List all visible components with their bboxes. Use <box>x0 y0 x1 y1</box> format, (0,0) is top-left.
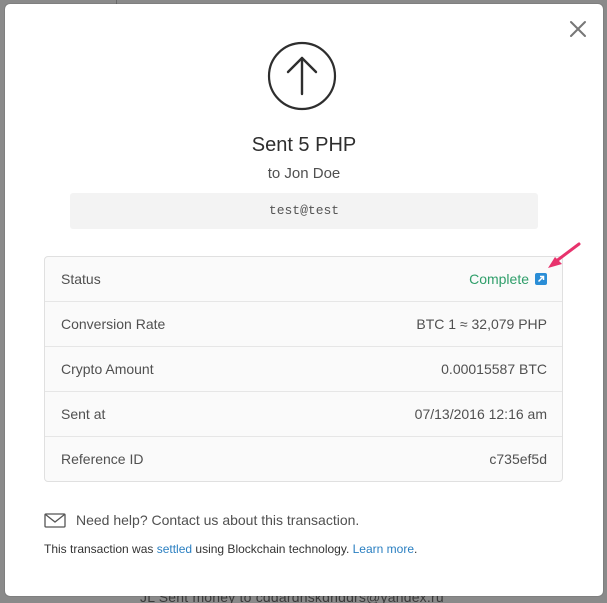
status-value: Complete <box>469 271 547 287</box>
help-text[interactable]: Need help? Contact us about this transac… <box>76 512 359 528</box>
annotation-arrow-icon <box>548 242 581 268</box>
footer-middle: using Blockchain technology. <box>192 542 353 556</box>
detail-label: Crypto Amount <box>61 361 154 377</box>
transaction-modal: Sent 5 PHP to Jon Doe test@test Status C… <box>5 4 603 596</box>
detail-value: BTC 1 ≈ 32,079 PHP <box>416 316 547 332</box>
learn-more-link[interactable]: Learn more <box>353 542 414 556</box>
external-link-icon[interactable] <box>535 273 547 285</box>
close-button[interactable] <box>567 18 589 40</box>
detail-label: Reference ID <box>61 451 144 467</box>
recipient-name: to Jon Doe <box>267 165 341 182</box>
footer-prefix: This transaction was <box>44 542 157 556</box>
detail-label: Sent at <box>61 406 106 422</box>
detail-value: 07/13/2016 12:16 am <box>414 406 547 422</box>
detail-row-crypto-amount: Crypto Amount 0.00015587 BTC <box>45 347 562 392</box>
help-contact-link[interactable]: Need help? Contact us about this transac… <box>44 512 359 528</box>
transaction-title: Sent 5 PHP <box>251 134 357 156</box>
close-icon[interactable] <box>567 18 589 40</box>
transaction-details-table: Status Complete Conversion Rate BTC 1 ≈ … <box>44 256 563 482</box>
detail-row-conversion-rate: Conversion Rate BTC 1 ≈ 32,079 PHP <box>45 302 562 347</box>
detail-row-status: Status Complete <box>45 257 562 302</box>
transaction-memo: test@test <box>70 193 538 229</box>
detail-label: Status <box>61 271 101 287</box>
detail-row-reference-id: Reference ID c735ef5d <box>45 437 562 481</box>
footer-suffix: . <box>414 542 418 556</box>
detail-label: Conversion Rate <box>61 316 166 332</box>
arrow-up-circle-icon <box>267 41 337 111</box>
detail-value: c735ef5d <box>489 451 547 467</box>
detail-value: 0.00015587 BTC <box>441 361 547 377</box>
settlement-note: This transaction was settled using Block… <box>44 542 417 556</box>
detail-row-sent-at: Sent at 07/13/2016 12:16 am <box>45 392 562 437</box>
settled-link[interactable]: settled <box>157 542 192 556</box>
status-badge: Complete <box>469 271 529 287</box>
mail-icon <box>44 512 66 528</box>
